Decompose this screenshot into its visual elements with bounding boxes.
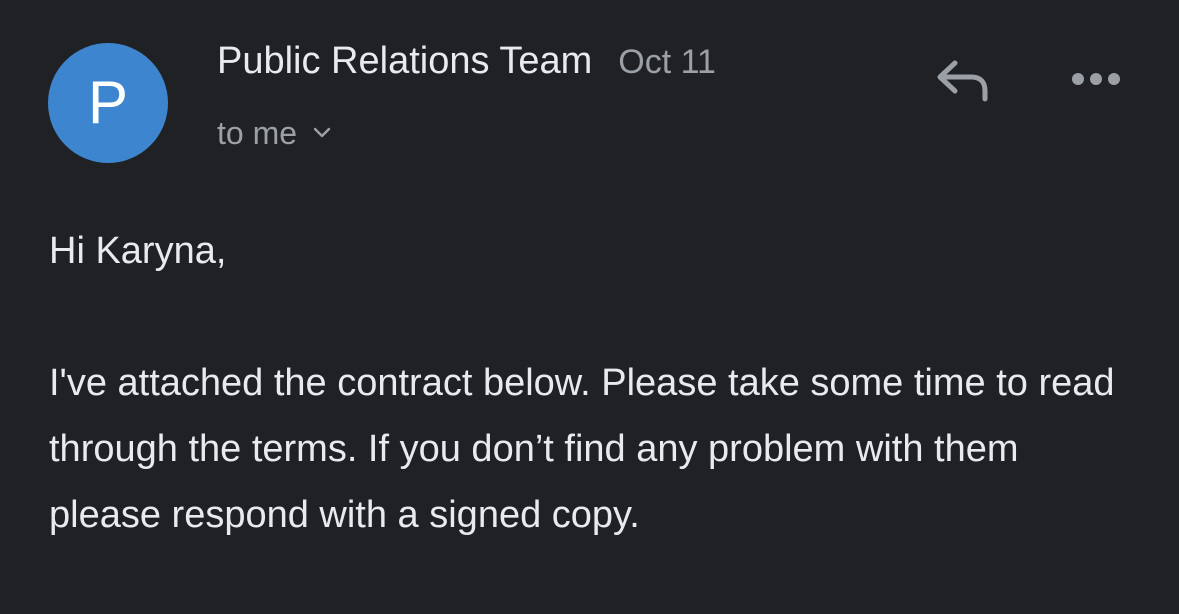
email-message: I've attached the contract below. Please…	[49, 362, 1115, 536]
more-options-button[interactable]	[1062, 55, 1130, 103]
reply-button[interactable]	[928, 50, 998, 110]
email-greeting: Hi Karyna,	[49, 230, 227, 272]
sender-name[interactable]: Public Relations Team	[217, 40, 592, 83]
email-body: Hi Karyna, I've attached the contract be…	[49, 218, 1149, 548]
more-options-icon	[1072, 73, 1120, 85]
email-header: Public Relations Team Oct 11	[217, 40, 716, 88]
recipient-label: to me	[217, 114, 298, 151]
reply-icon	[937, 60, 988, 102]
email-view: P Public Relations Team Oct 11 to me Hi …	[0, 0, 1179, 614]
recipient-details-toggle[interactable]: to me	[217, 111, 333, 155]
avatar[interactable]: P	[48, 43, 168, 163]
chevron-down-icon[interactable]	[311, 122, 333, 144]
email-date: Oct 11	[618, 43, 716, 81]
